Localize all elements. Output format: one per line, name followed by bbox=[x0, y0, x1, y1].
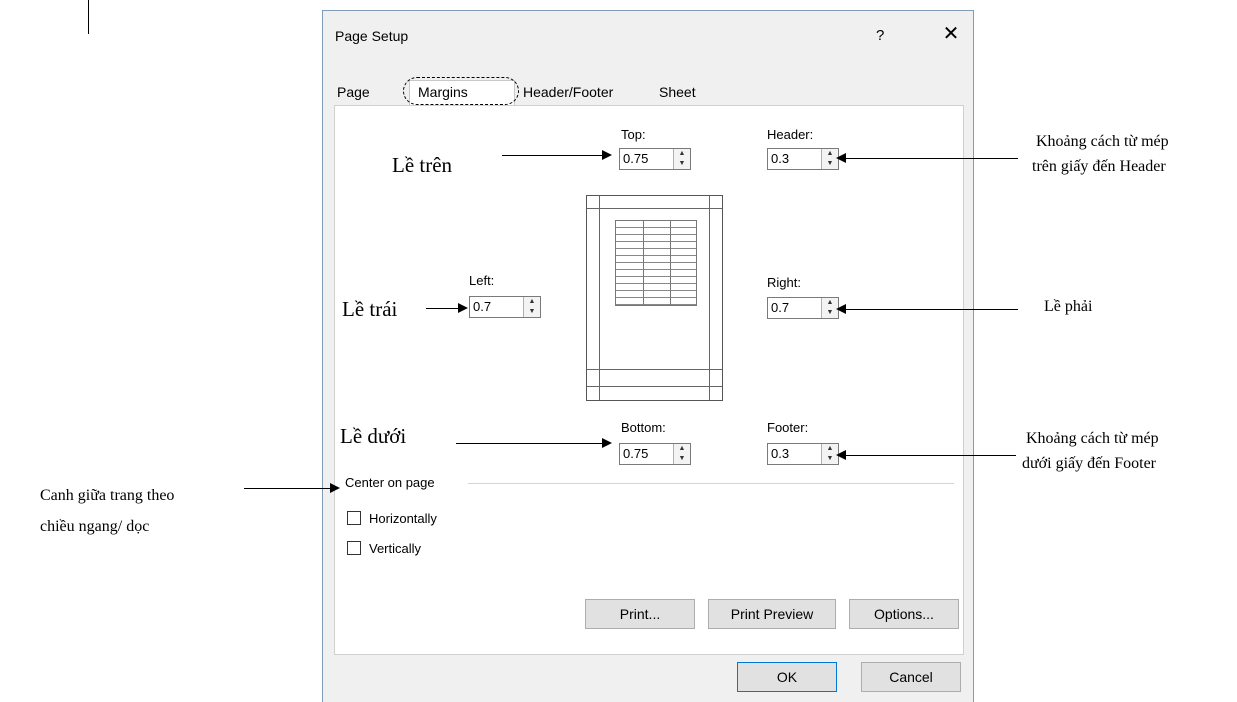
annotation-bottom-margin: Lề dưới bbox=[340, 424, 407, 448]
header-value[interactable]: 0.3 bbox=[771, 151, 789, 166]
down-arrow-icon[interactable]: ▼ bbox=[674, 159, 690, 169]
tab-header-footer[interactable]: Header/Footer bbox=[515, 81, 621, 105]
up-arrow-icon[interactable]: ▲ bbox=[674, 149, 690, 159]
arrow-right-icon bbox=[458, 303, 468, 313]
center-on-page-heading: Center on page bbox=[345, 475, 435, 490]
bottom-spinner[interactable]: 0.75 ▲ ▼ bbox=[619, 443, 691, 465]
arrow-right-icon bbox=[330, 483, 340, 493]
help-button[interactable]: ? bbox=[876, 27, 884, 44]
arrow-line bbox=[846, 455, 1016, 456]
annotation-center-line2: chiều ngang/ dọc bbox=[40, 518, 150, 535]
up-arrow-icon[interactable]: ▲ bbox=[524, 297, 540, 307]
page-setup-dialog: Page Setup ? ✕ Page Margins Header/Foote… bbox=[322, 10, 974, 702]
preview-margin-line bbox=[587, 208, 722, 209]
down-arrow-icon[interactable]: ▼ bbox=[674, 454, 690, 464]
arrow-line bbox=[846, 309, 1018, 310]
horizontally-checkbox[interactable] bbox=[347, 511, 361, 525]
arrow-line bbox=[456, 443, 602, 444]
annotation-left-margin: Lề trái bbox=[342, 297, 398, 321]
annotation-footer-line1: Khoảng cách từ mép bbox=[1026, 430, 1159, 447]
bottom-label: Bottom: bbox=[621, 420, 666, 435]
preview-margin-line bbox=[599, 196, 600, 400]
tab-page[interactable]: Page bbox=[329, 81, 378, 105]
dialog-title: Page Setup bbox=[335, 28, 409, 44]
vertically-checkbox[interactable] bbox=[347, 541, 361, 555]
ok-button[interactable]: OK bbox=[737, 662, 837, 692]
annotation-top-margin: Lề trên bbox=[392, 153, 453, 177]
arrow-line bbox=[502, 155, 602, 156]
close-button[interactable]: ✕ bbox=[937, 21, 965, 47]
bottom-value[interactable]: 0.75 bbox=[623, 446, 648, 461]
header-spinner[interactable]: 0.3 ▲ ▼ bbox=[767, 148, 839, 170]
footer-spinner[interactable]: 0.3 ▲ ▼ bbox=[767, 443, 839, 465]
arrow-line bbox=[846, 158, 1018, 159]
left-spinner[interactable]: 0.7 ▲ ▼ bbox=[469, 296, 541, 318]
top-spinner[interactable]: 0.75 ▲ ▼ bbox=[619, 148, 691, 170]
footer-value[interactable]: 0.3 bbox=[771, 446, 789, 461]
tab-sheet[interactable]: Sheet bbox=[651, 81, 704, 105]
top-value[interactable]: 0.75 bbox=[623, 151, 648, 166]
cancel-button[interactable]: Cancel bbox=[861, 662, 961, 692]
preview-margin-line bbox=[709, 196, 710, 400]
print-button[interactable]: Print... bbox=[585, 599, 695, 629]
left-value[interactable]: 0.7 bbox=[473, 299, 491, 314]
print-preview-button[interactable]: Print Preview bbox=[708, 599, 836, 629]
annotation-footer-line2: dưới giấy đến Footer bbox=[1022, 455, 1156, 472]
preview-margin-line bbox=[587, 369, 722, 370]
arrow-left-icon bbox=[836, 153, 846, 163]
arrow-left-icon bbox=[836, 304, 846, 314]
arrow-line bbox=[426, 308, 460, 309]
horizontally-label[interactable]: Horizontally bbox=[369, 511, 437, 526]
options-button[interactable]: Options... bbox=[849, 599, 959, 629]
preview-margin-line bbox=[587, 386, 722, 387]
annotation-header-line2: trên giấy đến Header bbox=[1032, 158, 1166, 175]
right-label: Right: bbox=[767, 275, 801, 290]
tab-margins[interactable]: Margins bbox=[409, 80, 515, 106]
left-label: Left: bbox=[469, 273, 495, 288]
header-label: Header: bbox=[767, 127, 814, 142]
footer-label: Footer: bbox=[767, 420, 809, 435]
right-value[interactable]: 0.7 bbox=[771, 300, 789, 315]
up-arrow-icon[interactable]: ▲ bbox=[674, 444, 690, 454]
arrow-right-icon bbox=[602, 150, 612, 160]
center-separator bbox=[468, 483, 954, 484]
arrow-right-icon bbox=[602, 438, 612, 448]
right-spinner[interactable]: 0.7 ▲ ▼ bbox=[767, 297, 839, 319]
preview-table bbox=[615, 220, 697, 306]
page-preview bbox=[586, 195, 723, 401]
annotation-right-margin: Lề phải bbox=[1044, 298, 1093, 315]
arrow-left-icon bbox=[836, 450, 846, 460]
annotation-header-line1: Khoảng cách từ mép bbox=[1036, 133, 1169, 150]
page-edge-bar bbox=[88, 0, 89, 34]
annotation-center-line1: Canh giữa trang theo bbox=[40, 487, 175, 504]
top-label: Top: bbox=[621, 127, 646, 142]
arrow-line bbox=[244, 488, 332, 489]
down-arrow-icon[interactable]: ▼ bbox=[524, 307, 540, 317]
vertically-label[interactable]: Vertically bbox=[369, 541, 421, 556]
